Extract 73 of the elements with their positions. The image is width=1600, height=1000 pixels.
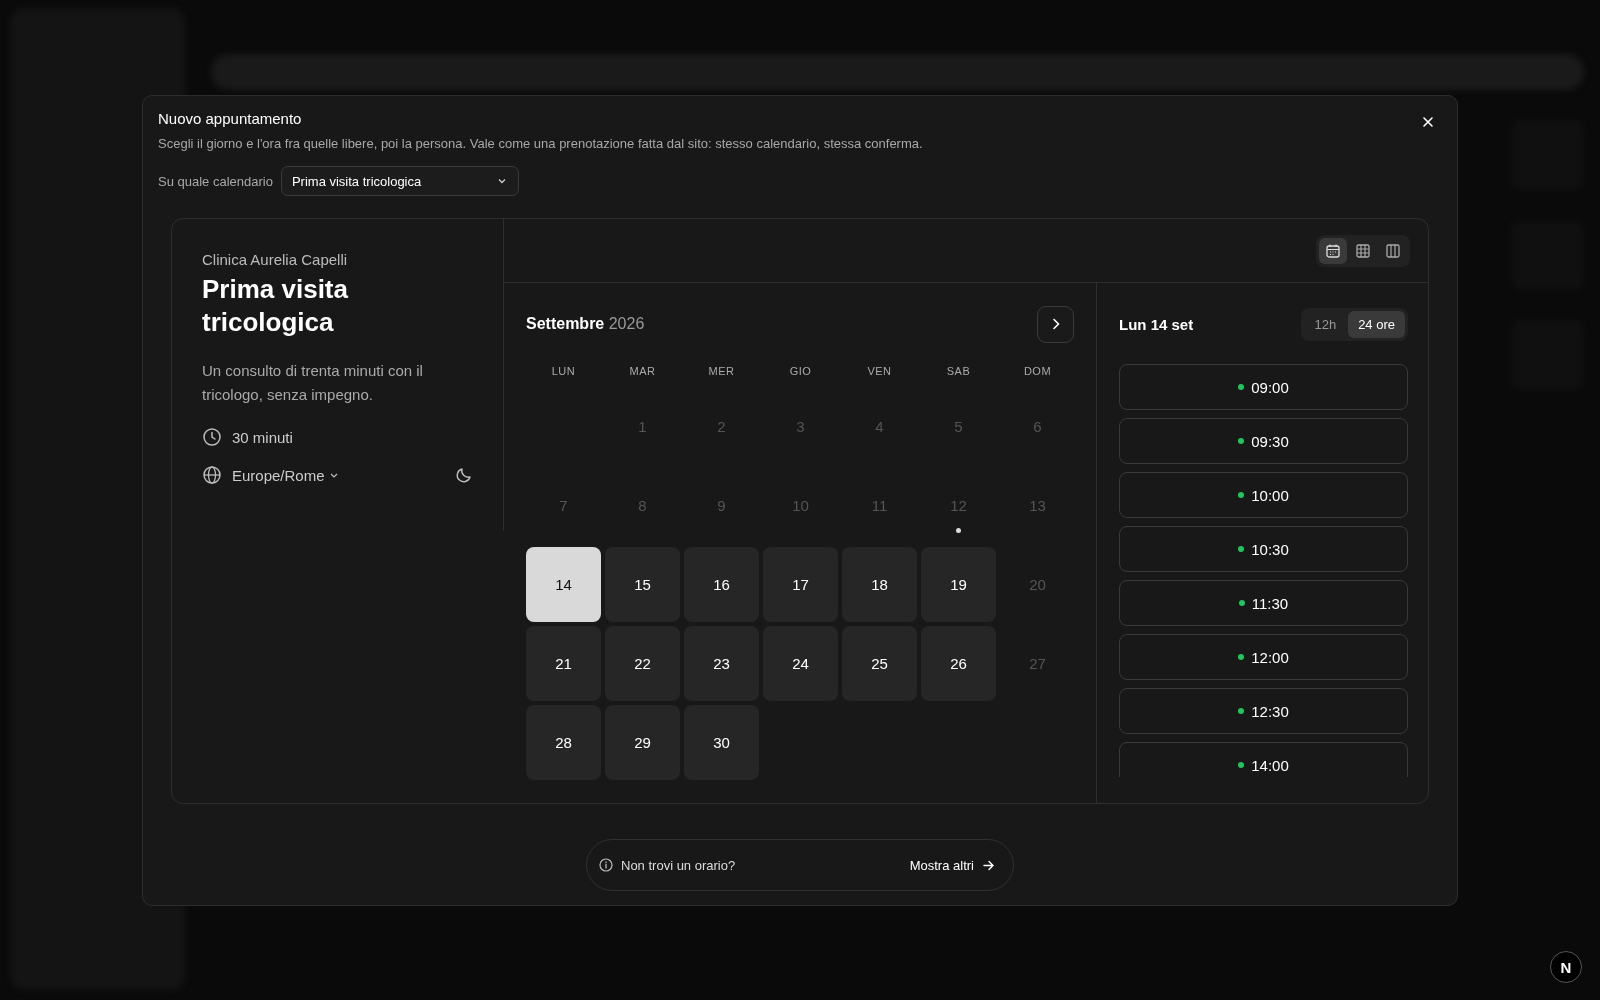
organizer-name: Clinica Aurelia Capelli <box>202 251 349 268</box>
day-number: 4 <box>874 417 885 437</box>
time-slot-button[interactable]: 09:00 <box>1119 364 1408 410</box>
grid-icon <box>1355 242 1371 259</box>
event-title: Prima visita tricologica <box>202 273 349 339</box>
day-number: 8 <box>637 496 648 516</box>
day-number: 12 <box>921 468 996 543</box>
day-button[interactable]: 15 <box>605 547 680 622</box>
weekday-label: SAB <box>945 365 972 377</box>
time-slot-button[interactable]: 10:00 <box>1119 472 1408 518</box>
day-button[interactable]: 30 <box>684 705 759 780</box>
calendar-select[interactable]: Prima visita tricologica <box>280 166 519 196</box>
time-format-tab[interactable]: 12h <box>1304 310 1347 338</box>
dialog-subtitle: Scegli il giorno e l'ora fra quelle libere, poi la persona. Vale come una prenotazione fatta dal sito: stesso calendario, stessa conferma. <box>158 136 924 151</box>
close-icon <box>1422 116 1434 128</box>
weekday-label: MAR <box>628 365 657 377</box>
time-slot-button[interactable]: 09:30 <box>1119 418 1408 464</box>
day-number: 27 <box>1028 654 1047 674</box>
day-number: 5 <box>953 417 964 437</box>
show-more-button[interactable]: Mostra altri <box>909 857 995 873</box>
columns-icon <box>1385 242 1401 259</box>
day-number: 13 <box>1028 496 1047 516</box>
time-slot-button[interactable]: 12:00 <box>1119 634 1408 680</box>
month-view-button[interactable] <box>1319 237 1347 264</box>
weekday-label: VEN <box>866 365 893 377</box>
day-button[interactable]: 24 <box>763 626 838 701</box>
close-button[interactable] <box>1420 114 1436 130</box>
selected-day: Lun 14 set <box>1119 315 1194 333</box>
time-slot-button[interactable]: 10:30 <box>1119 526 1408 572</box>
time-format-tab[interactable]: 24 ore <box>1348 310 1405 338</box>
time-slot-button[interactable]: 14:00 <box>1119 742 1408 777</box>
weekday-label: GIO <box>788 365 813 377</box>
day-number: 1 <box>637 417 648 437</box>
calendar-icon <box>1325 242 1341 259</box>
weekday-label: DOM <box>1022 365 1053 377</box>
duration-text: 30 minuti <box>232 428 293 446</box>
day-button[interactable]: 16 <box>684 547 759 622</box>
day-number: 3 <box>795 417 806 437</box>
calendar-label: Su quale calendario <box>158 173 273 189</box>
day-button[interactable]: 26 <box>921 626 996 701</box>
day-button[interactable]: 18 <box>842 547 917 622</box>
day-button[interactable]: 14 <box>526 547 601 622</box>
month-title: Settembre 2026 <box>526 315 645 333</box>
day-button[interactable]: 23 <box>684 626 759 701</box>
day-number: 9 <box>716 496 727 516</box>
day-number: 6 <box>1032 417 1043 437</box>
weekday-label: MER <box>707 365 736 377</box>
timezone-select[interactable]: Europe/Rome <box>232 466 339 484</box>
moon-icon <box>455 466 473 484</box>
day-number: 7 <box>558 496 569 516</box>
time-slot-button[interactable]: 11:30 <box>1119 580 1408 626</box>
day-button[interactable]: 25 <box>842 626 917 701</box>
day-button[interactable]: 22 <box>605 626 680 701</box>
arrow-right-icon <box>982 858 995 872</box>
day-number: 11 <box>870 496 889 516</box>
day-button[interactable]: 19 <box>921 547 996 622</box>
dialog-title: Nuovo appuntamento <box>158 110 302 127</box>
day-button[interactable]: 17 <box>763 547 838 622</box>
hint-text: Non trovi un orario? <box>621 857 736 873</box>
day-number: 10 <box>791 496 810 516</box>
dev-badge[interactable]: N <box>1550 951 1582 983</box>
day-number: 2 <box>716 417 727 437</box>
event-description: Un consulto di trenta minuti con il tricologo, senza impegno. <box>202 361 424 405</box>
dark-mode-button[interactable] <box>455 466 473 484</box>
weekday-label: LUN <box>550 365 577 377</box>
day-button[interactable]: 21 <box>526 626 601 701</box>
day-button[interactable]: 29 <box>605 705 680 780</box>
time-slot-button[interactable]: 12:30 <box>1119 688 1408 734</box>
info-icon <box>599 858 613 872</box>
globe-icon <box>202 465 222 485</box>
day-button[interactable]: 28 <box>526 705 601 780</box>
day-number: 20 <box>1028 575 1047 595</box>
clock-icon <box>202 427 222 447</box>
